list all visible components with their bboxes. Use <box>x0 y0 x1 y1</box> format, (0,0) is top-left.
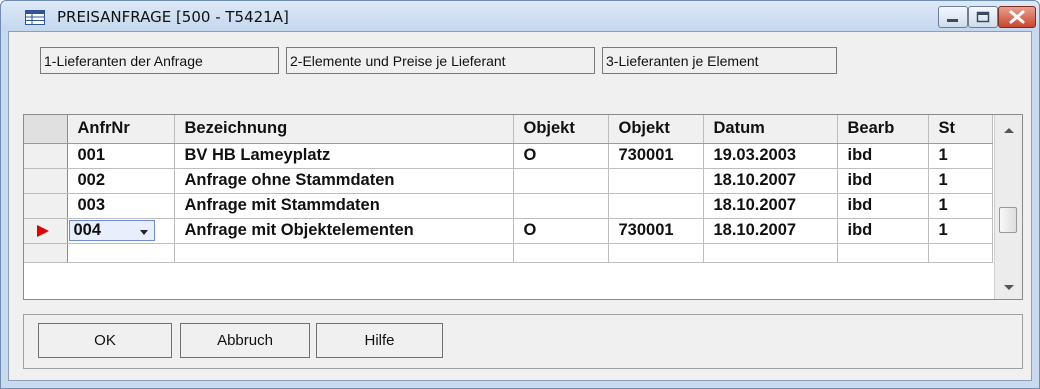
column-header-bezeichnung[interactable]: Bezeichnung <box>174 115 514 144</box>
column-header-st[interactable]: St <box>928 115 993 144</box>
row-selector[interactable] <box>24 168 68 194</box>
cell-bezeichnung[interactable]: Anfrage mit Stammdaten <box>174 193 514 219</box>
vertical-scrollbar[interactable] <box>994 115 1022 299</box>
cell-bearb[interactable]: ibd <box>837 193 929 219</box>
cell-st[interactable]: 1 <box>928 193 993 219</box>
scrollbar-thumb[interactable] <box>999 207 1017 233</box>
table-header-row: AnfrNr Bezeichnung Objekt Objekt Datum B… <box>24 115 993 144</box>
cell-datum[interactable]: 18.10.2007 <box>703 193 838 219</box>
cell-bearb[interactable]: ibd <box>837 218 929 244</box>
cell-anfrnr[interactable]: 003 <box>67 193 175 219</box>
row-selector-current[interactable] <box>24 218 68 244</box>
cell-objekt-typ[interactable] <box>513 193 609 219</box>
cell-empty[interactable] <box>174 243 514 263</box>
cell-st[interactable]: 1 <box>928 168 993 194</box>
cell-st[interactable]: 1 <box>928 218 993 244</box>
cell-empty[interactable] <box>608 243 704 263</box>
cell-objekt-nr[interactable]: 730001 <box>608 143 704 169</box>
cell-empty[interactable] <box>837 243 929 263</box>
dropdown-arrow-icon[interactable] <box>139 229 148 235</box>
table-row-current[interactable]: 004 Anfrage mit Objektelementen O 730001… <box>24 218 993 244</box>
cell-datum[interactable]: 18.10.2007 <box>703 168 838 194</box>
row-selector[interactable] <box>24 193 68 219</box>
anfrage-grid[interactable]: AnfrNr Bezeichnung Objekt Objekt Datum B… <box>23 114 1023 300</box>
close-icon <box>1009 10 1025 24</box>
cell-empty[interactable] <box>513 243 609 263</box>
hilfe-button[interactable]: Hilfe <box>316 323 443 358</box>
cell-bearb[interactable]: ibd <box>837 143 929 169</box>
tab-elemente-und-preise[interactable]: 2-Elemente und Preise je Lieferant <box>286 47 595 74</box>
abbruch-button[interactable]: Abbruch <box>180 323 310 358</box>
cell-objekt-typ[interactable]: O <box>513 218 609 244</box>
column-header-objekt-nr[interactable]: Objekt <box>608 115 704 144</box>
column-header-bearb[interactable]: Bearb <box>837 115 929 144</box>
cell-objekt-typ[interactable] <box>513 168 609 194</box>
close-button[interactable] <box>998 6 1036 28</box>
column-header-datum[interactable]: Datum <box>703 115 838 144</box>
minimize-button[interactable] <box>938 6 968 28</box>
row-selector-header <box>24 115 68 144</box>
cell-bezeichnung[interactable]: BV HB Lameyplatz <box>174 143 514 169</box>
table-row[interactable]: 003 Anfrage mit Stammdaten 18.10.2007 ib… <box>24 193 993 219</box>
minimize-icon <box>947 19 958 22</box>
cell-bezeichnung[interactable]: Anfrage ohne Stammdaten <box>174 168 514 194</box>
scroll-down-icon[interactable] <box>1004 285 1014 290</box>
cell-st[interactable]: 1 <box>928 143 993 169</box>
cell-bearb[interactable]: ibd <box>837 168 929 194</box>
ok-button[interactable]: OK <box>38 323 172 358</box>
window-title: PREISANFRAGE [500 - T5421A] <box>57 8 289 26</box>
table-row[interactable]: 002 Anfrage ohne Stammdaten 18.10.2007 i… <box>24 168 993 194</box>
anfrage-table: AnfrNr Bezeichnung Objekt Objekt Datum B… <box>24 115 993 263</box>
current-row-marker-icon <box>37 224 49 237</box>
column-header-anfrnr[interactable]: AnfrNr <box>67 115 175 144</box>
title-bar[interactable]: PREISANFRAGE [500 - T5421A] <box>1 1 1039 31</box>
cell-anfrnr-edit[interactable]: 004 <box>67 218 175 244</box>
cell-bezeichnung[interactable]: Anfrage mit Objektelementen <box>174 218 514 244</box>
cell-empty[interactable] <box>67 243 175 263</box>
cell-datum[interactable]: 19.03.2003 <box>703 143 838 169</box>
table-row[interactable]: 001 BV HB Lameyplatz O 730001 19.03.2003… <box>24 143 993 169</box>
cell-objekt-nr[interactable] <box>608 193 704 219</box>
button-bar <box>23 314 1023 369</box>
maximize-icon <box>976 11 990 23</box>
cell-anfrnr[interactable]: 002 <box>67 168 175 194</box>
cell-objekt-nr[interactable] <box>608 168 704 194</box>
table-row-new[interactable] <box>24 243 993 263</box>
tab-lieferanten-je-element[interactable]: 3-Lieferanten je Element <box>602 47 837 74</box>
scroll-up-icon[interactable] <box>1004 128 1014 133</box>
maximize-button[interactable] <box>968 6 998 28</box>
column-header-objekt-typ[interactable]: Objekt <box>513 115 609 144</box>
cell-objekt-typ[interactable]: O <box>513 143 609 169</box>
row-selector[interactable] <box>24 143 68 169</box>
row-selector[interactable] <box>24 243 68 263</box>
anfrnr-value: 004 <box>73 220 102 239</box>
table-icon <box>25 10 45 25</box>
cell-empty[interactable] <box>703 243 838 263</box>
cell-empty[interactable] <box>928 243 993 263</box>
tab-lieferanten-der-anfrage[interactable]: 1-Lieferanten der Anfrage <box>40 47 279 74</box>
cell-objekt-nr[interactable]: 730001 <box>608 218 704 244</box>
anfrnr-combobox[interactable]: 004 <box>68 219 155 241</box>
cell-anfrnr[interactable]: 001 <box>67 143 175 169</box>
cell-datum[interactable]: 18.10.2007 <box>703 218 838 244</box>
